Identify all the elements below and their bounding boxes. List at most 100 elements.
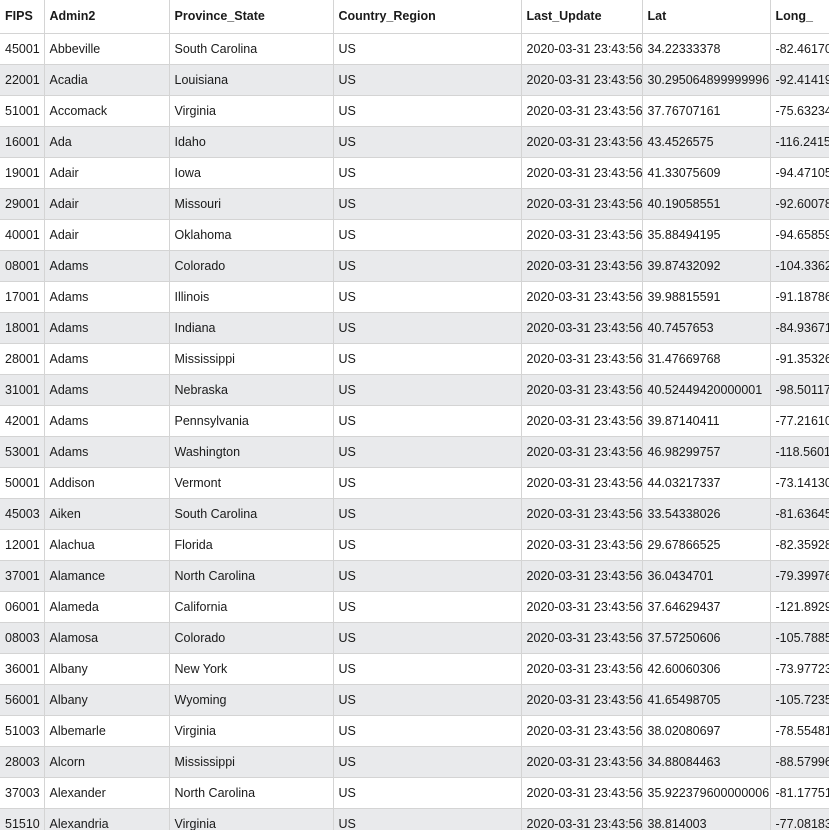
cell-last-update[interactable]: 2020-03-31 23:43:56 [520,684,643,716]
cell-long[interactable]: -98.50117 [769,374,829,406]
cell-lat[interactable]: 42.60060306 [641,653,771,685]
cell-admin2[interactable]: Albany [43,653,170,685]
cell-fips[interactable]: 37003 [0,777,45,809]
cell-province-state[interactable]: Illinois [168,281,334,313]
cell-last-update[interactable]: 2020-03-31 23:43:56 [520,95,643,127]
cell-fips[interactable]: 12001 [0,529,45,561]
cell-country-region[interactable]: US [332,715,522,747]
table-row[interactable]: 42001 Adams Pennsylvania US 2020-03-31 23:43… [0,405,829,437]
cell-fips[interactable]: 17001 [0,281,45,313]
cell-last-update[interactable]: 2020-03-31 23:43:56 [520,312,643,344]
cell-province-state[interactable]: Pennsylvania [168,405,334,437]
cell-province-state[interactable]: South Carolina [168,33,334,65]
table-row[interactable]: 36001 Albany New York US 2020-03-31 23:43:56… [0,653,829,685]
cell-lat[interactable]: 43.4526575 [641,126,771,158]
cell-province-state[interactable]: Colorado [168,622,334,654]
cell-long[interactable]: -75.63234 [769,95,829,127]
cell-long[interactable]: -118.5601 [769,436,829,468]
cell-province-state[interactable]: North Carolina [168,777,334,809]
cell-province-state[interactable]: Wyoming [168,684,334,716]
cell-lat[interactable]: 34.22333378 [641,33,771,65]
table-row[interactable]: 45001 Abbeville South Carolina US 2020-03-31… [0,33,829,65]
cell-province-state[interactable]: Louisiana [168,64,334,96]
cell-fips[interactable]: 53001 [0,436,45,468]
column-header-long[interactable]: Long_ [769,0,829,34]
cell-admin2[interactable]: Adams [43,436,170,468]
cell-admin2[interactable]: Alexander [43,777,170,809]
cell-fips[interactable]: 06001 [0,591,45,623]
cell-admin2[interactable]: Alexandria [43,808,170,830]
cell-fips[interactable]: 19001 [0,157,45,189]
table-row[interactable]: 51003 Albemarle Virginia US 2020-03-31 23:43… [0,715,829,747]
cell-province-state[interactable]: Virginia [168,808,334,830]
cell-province-state[interactable]: Nebraska [168,374,334,406]
cell-country-region[interactable]: US [332,374,522,406]
cell-admin2[interactable]: Accomack [43,95,170,127]
cell-fips[interactable]: 51510 [0,808,45,830]
cell-long[interactable]: -81.17751 [769,777,829,809]
cell-country-region[interactable]: US [332,467,522,499]
cell-last-update[interactable]: 2020-03-31 23:43:56 [520,157,643,189]
cell-last-update[interactable]: 2020-03-31 23:43:56 [520,653,643,685]
cell-last-update[interactable]: 2020-03-31 23:43:56 [520,405,643,437]
cell-long[interactable]: -104.3362 [769,250,829,282]
cell-long[interactable]: -94.47105 [769,157,829,189]
cell-last-update[interactable]: 2020-03-31 23:43:56 [520,529,643,561]
cell-admin2[interactable]: Adams [43,281,170,313]
table-row[interactable]: 53001 Adams Washington US 2020-03-31 23:43:5… [0,436,829,468]
data-grid[interactable]: FIPS Admin2 Province_State Country_Regio… [0,0,829,830]
cell-admin2[interactable]: Aiken [43,498,170,530]
cell-province-state[interactable]: Indiana [168,312,334,344]
cell-country-region[interactable]: US [332,157,522,189]
cell-lat[interactable]: 34.88084463 [641,746,771,778]
cell-last-update[interactable]: 2020-03-31 23:43:56 [520,560,643,592]
cell-long[interactable]: -78.55481 [769,715,829,747]
cell-country-region[interactable]: US [332,95,522,127]
cell-country-region[interactable]: US [332,777,522,809]
cell-long[interactable]: -79.39976 [769,560,829,592]
table-row[interactable]: 08001 Adams Colorado US 2020-03-31 23:43:56 3… [0,250,829,282]
cell-long[interactable]: -82.46170 [769,33,829,65]
cell-country-region[interactable]: US [332,591,522,623]
cell-fips[interactable]: 31001 [0,374,45,406]
column-header-lat[interactable]: Lat [641,0,771,34]
cell-long[interactable]: -105.7235 [769,684,829,716]
cell-long[interactable]: -92.60078 [769,188,829,220]
cell-province-state[interactable]: North Carolina [168,560,334,592]
cell-fips[interactable]: 37001 [0,560,45,592]
cell-last-update[interactable]: 2020-03-31 23:43:56 [520,436,643,468]
cell-last-update[interactable]: 2020-03-31 23:43:56 [520,281,643,313]
cell-admin2[interactable]: Adams [43,343,170,375]
cell-fips[interactable]: 51003 [0,715,45,747]
cell-lat[interactable]: 33.54338026 [641,498,771,530]
cell-country-region[interactable]: US [332,64,522,96]
cell-province-state[interactable]: Idaho [168,126,334,158]
cell-lat[interactable]: 41.33075609 [641,157,771,189]
cell-long[interactable]: -77.08183 [769,808,829,830]
table-row[interactable]: 19001 Adair Iowa US 2020-03-31 23:43:56 41.33… [0,157,829,189]
cell-lat[interactable]: 29.67866525 [641,529,771,561]
cell-country-region[interactable]: US [332,746,522,778]
cell-country-region[interactable]: US [332,343,522,375]
cell-long[interactable]: -91.35326 [769,343,829,375]
cell-last-update[interactable]: 2020-03-31 23:43:56 [520,808,643,830]
column-header-admin2[interactable]: Admin2 [43,0,170,34]
cell-long[interactable]: -116.2415 [769,126,829,158]
cell-country-region[interactable]: US [332,622,522,654]
cell-lat[interactable]: 37.76707161 [641,95,771,127]
cell-fips[interactable]: 18001 [0,312,45,344]
cell-fips[interactable]: 28003 [0,746,45,778]
cell-lat[interactable]: 41.65498705 [641,684,771,716]
cell-province-state[interactable]: Washington [168,436,334,468]
cell-last-update[interactable]: 2020-03-31 23:43:56 [520,64,643,96]
cell-lat[interactable]: 37.64629437 [641,591,771,623]
cell-admin2[interactable]: Abbeville [43,33,170,65]
cell-country-region[interactable]: US [332,312,522,344]
cell-long[interactable]: -84.93671 [769,312,829,344]
cell-lat[interactable]: 39.87432092 [641,250,771,282]
cell-fips[interactable]: 36001 [0,653,45,685]
cell-lat[interactable]: 40.19058551 [641,188,771,220]
column-header-last-update[interactable]: Last_Update [520,0,643,34]
cell-long[interactable]: -91.18786 [769,281,829,313]
cell-lat[interactable]: 44.03217337 [641,467,771,499]
